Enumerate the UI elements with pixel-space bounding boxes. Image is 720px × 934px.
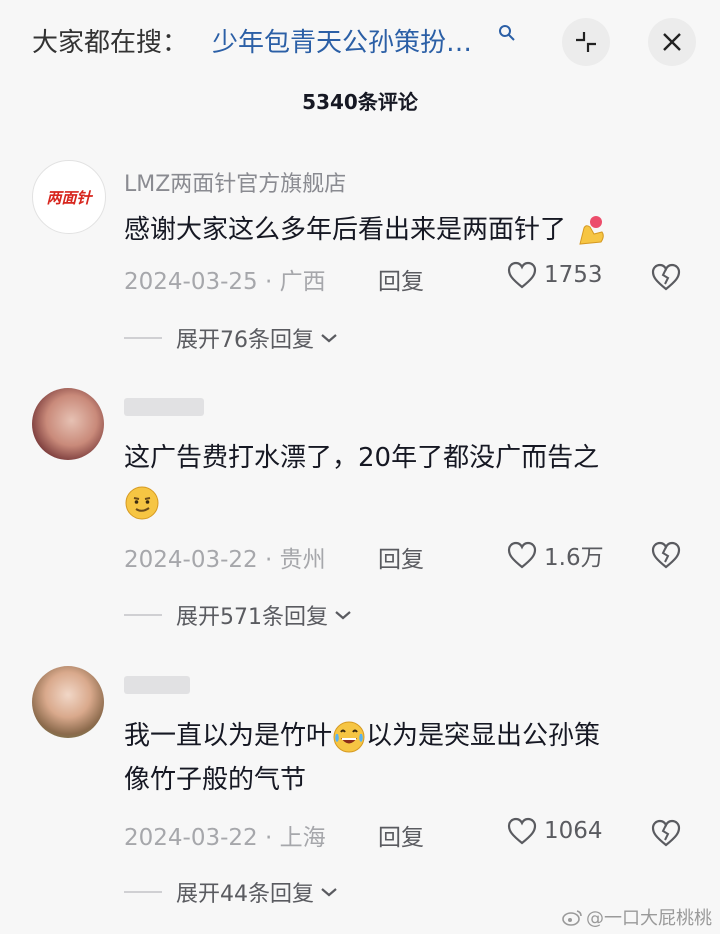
collapse-button[interactable]: [562, 18, 610, 66]
like-button[interactable]: 1064: [506, 816, 603, 846]
search-prefix: 大家都在搜：: [32, 28, 189, 58]
expand-replies-button[interactable]: 展开76条回复: [124, 322, 340, 354]
collapse-icon: [576, 32, 596, 52]
comment-text-part: 我一直以为是竹叶: [124, 721, 333, 751]
heart-icon: [507, 817, 537, 845]
like-button[interactable]: 1753: [506, 260, 603, 290]
top-bar: 大家都在搜： 少年包青天公孙策扮…: [0, 0, 720, 80]
expand-replies-label: 展开44条回复: [176, 882, 314, 907]
chevron-down-icon: [321, 888, 337, 897]
heart-icon: [507, 541, 537, 569]
reply-button[interactable]: 回复: [378, 540, 424, 574]
meta-separator: ·: [264, 825, 273, 851]
comment-meta: 2024-03-25 · 广西: [124, 262, 326, 296]
comment-text-line: 像竹子般的气节: [124, 765, 307, 795]
close-icon: [663, 33, 681, 51]
blurred-username: [124, 398, 204, 416]
like-button[interactable]: 1.6万: [506, 538, 604, 572]
broken-heart-icon[interactable]: [650, 540, 682, 570]
comment-text: 我一直以为是竹叶 以为是突显出公孙策 像竹子般的气节: [124, 714, 684, 802]
avatar[interactable]: [32, 388, 104, 460]
comment-meta: 2024-03-22 · 上海: [124, 818, 326, 852]
heart-hands-emoji: [579, 215, 605, 245]
weibo-icon: [562, 910, 582, 926]
avatar[interactable]: 两面针: [32, 160, 106, 234]
expand-replies-label: 展开571条回复: [176, 605, 328, 630]
like-count: 1.6万: [544, 545, 604, 571]
comment-location: 上海: [279, 825, 326, 851]
comment-date: 2024-03-25: [124, 269, 258, 295]
chevron-down-icon: [321, 334, 337, 343]
comment-text-line: 这广告费打水漂了，20年了都没广而告之: [124, 443, 600, 473]
comment-count: 5340条评论: [302, 90, 418, 114]
expand-divider: [124, 337, 162, 339]
comment-text-part: 以为是突显出公孙策: [366, 721, 601, 751]
comment-text: 感谢大家这么多年后看出来是两面针了: [124, 208, 684, 252]
like-count: 1753: [544, 262, 603, 288]
comment-location: 广西: [279, 269, 326, 295]
chevron-down-icon: [335, 611, 351, 620]
heart-icon: [507, 261, 537, 289]
comment-text: 这广告费打水漂了，20年了都没广而告之: [124, 436, 684, 524]
comment-emoji-line: [124, 480, 684, 524]
expand-divider: [124, 891, 162, 893]
broken-heart-icon[interactable]: [650, 262, 682, 292]
reply-button[interactable]: 回复: [378, 818, 424, 852]
comment-date: 2024-03-22: [124, 825, 258, 851]
brand-logo: 两面针: [46, 189, 93, 207]
expand-replies-button[interactable]: 展开44条回复: [124, 876, 340, 908]
meta-separator: ·: [264, 547, 273, 573]
comment-location: 贵州: [279, 547, 326, 573]
avatar[interactable]: [32, 666, 104, 738]
blurred-username: [124, 676, 190, 694]
expand-divider: [124, 614, 162, 616]
search-suggestion-link[interactable]: 少年包青天公孙策扮…: [212, 22, 472, 59]
watermark-text: @一口大屁桃桃: [586, 908, 712, 929]
smirk-emoji: [125, 486, 159, 519]
expand-replies-button[interactable]: 展开571条回复: [124, 599, 354, 631]
like-count: 1064: [544, 818, 603, 844]
search-icon[interactable]: [498, 24, 516, 42]
reply-button[interactable]: 回复: [378, 262, 424, 296]
svg-text:两面针: 两面针: [46, 189, 93, 207]
expand-replies-label: 展开76条回复: [176, 328, 314, 353]
laugh-tears-emoji: [333, 721, 365, 752]
username[interactable]: LMZ两面针官方旗舰店: [124, 166, 346, 198]
meta-separator: ·: [264, 269, 273, 295]
comment-meta: 2024-03-22 · 贵州: [124, 540, 326, 574]
broken-heart-icon[interactable]: [650, 818, 682, 848]
comment-text-line: 我一直以为是竹叶 以为是突显出公孙策: [124, 714, 684, 758]
comment-date: 2024-03-22: [124, 547, 258, 573]
comment-text-line: 感谢大家这么多年后看出来是两面针了: [124, 215, 567, 245]
watermark: @一口大屁桃桃: [561, 904, 712, 930]
close-button[interactable]: [648, 18, 696, 66]
